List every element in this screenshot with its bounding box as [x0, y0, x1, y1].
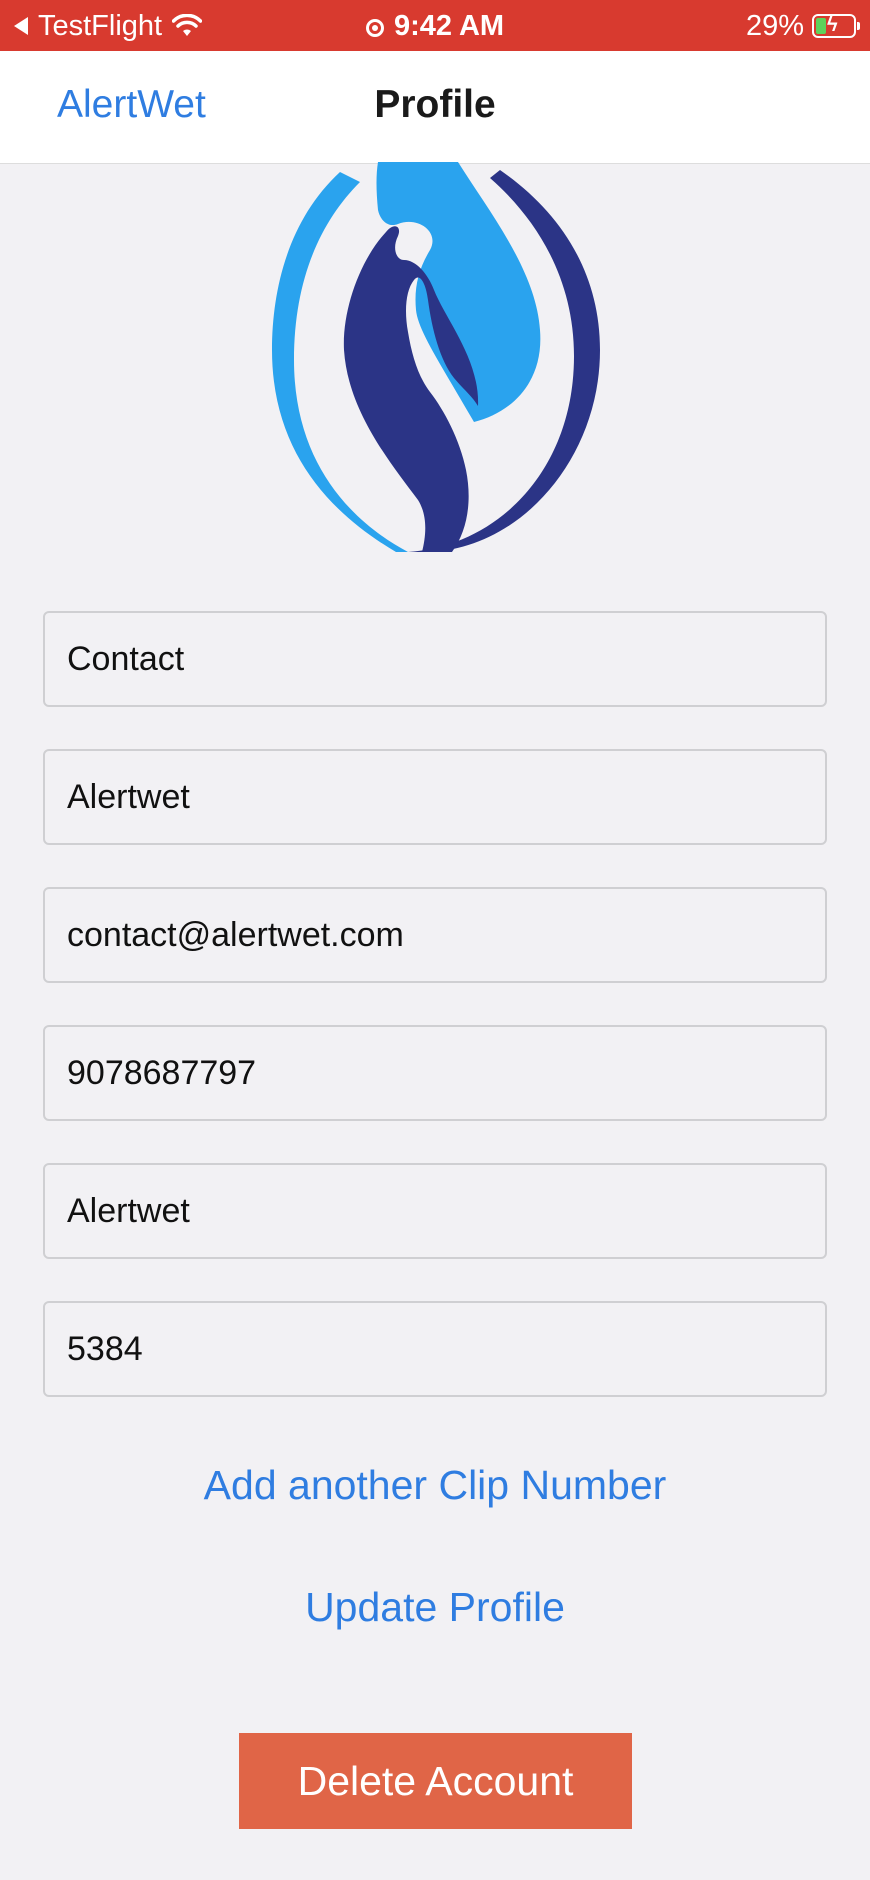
add-clip-number-button[interactable]: Add another Clip Number	[0, 1462, 870, 1509]
status-right: 29% ϟ	[745, 8, 860, 44]
water-drop-hand-logo	[268, 160, 602, 556]
email-field[interactable]	[43, 887, 827, 983]
status-center: 9:42 AM	[0, 8, 870, 44]
delete-account-button[interactable]: Delete Account	[239, 1733, 632, 1829]
battery-charging-icon: ϟ	[812, 14, 860, 38]
page-title: Profile	[374, 83, 496, 126]
clip-number-field[interactable]	[43, 1301, 827, 1397]
update-profile-button[interactable]: Update Profile	[0, 1584, 870, 1631]
status-time: 9:42 AM	[393, 10, 505, 42]
navigation-bar: AlertWet Profile	[0, 51, 870, 164]
company-field[interactable]	[43, 1163, 827, 1259]
battery-percent: 29%	[745, 9, 804, 42]
location-icon	[365, 19, 384, 37]
last-name-field[interactable]	[43, 749, 827, 845]
status-bar: TestFlight 9:42 AM 29% ϟ	[0, 0, 870, 51]
phone-field[interactable]	[43, 1025, 827, 1121]
first-name-field[interactable]	[43, 611, 827, 707]
